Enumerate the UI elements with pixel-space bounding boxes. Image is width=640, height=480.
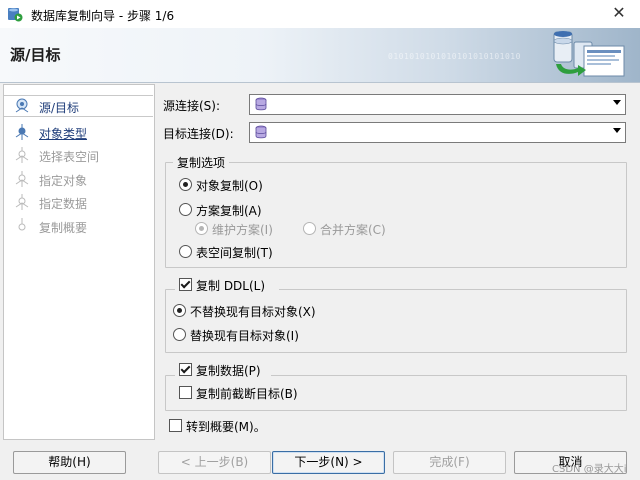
step-label: 源/目标	[39, 101, 80, 115]
back-button[interactable]: < 上一步(B)	[158, 451, 271, 474]
step-label: 指定数据	[39, 197, 88, 211]
step-select-tablespace: 选择表空间	[4, 145, 153, 165]
replace-radio[interactable]	[173, 328, 186, 341]
tablespace-copy-label[interactable]: 表空间复制(T)	[196, 244, 273, 261]
no-replace-radio[interactable]	[173, 304, 186, 317]
copy-options-legend: 复制选项	[173, 154, 230, 171]
title-bar: 数据库复制向导 - 步骤 1/6 ✕	[0, 0, 640, 29]
next-step-icon	[15, 124, 29, 140]
target-connection-select[interactable]	[249, 122, 626, 143]
source-connection-select[interactable]	[249, 94, 626, 115]
pending-step-icon	[15, 171, 29, 187]
database-icon	[255, 97, 267, 111]
banner-title: 源/目标	[10, 46, 61, 64]
schema-copy-label[interactable]: 方案复制(A)	[196, 202, 262, 219]
replace-label[interactable]: 替换现有目标对象(I)	[190, 327, 299, 344]
step-object-type[interactable]: 对象类型	[4, 122, 153, 142]
step-copy-summary: 复制概要	[4, 216, 153, 236]
wizard-banner: 源/目标 0101010101010101010101010	[0, 28, 640, 83]
step-label: 对象类型	[39, 127, 88, 141]
wizard-steps-panel: 源/目标 对象类型 选择表空间 指定对象 指定数据 复制概要	[3, 84, 155, 440]
pending-step-icon	[18, 218, 26, 231]
object-copy-radio[interactable]	[179, 178, 192, 191]
banner-binary-decoration: 0101010101010101010101010	[388, 52, 521, 61]
no-replace-label[interactable]: 不替换现有目标对象(X)	[190, 303, 316, 320]
maintain-schema-radio	[195, 222, 208, 235]
copy-data-label[interactable]: 复制数据(P)	[196, 362, 261, 379]
database-copy-graphic-icon	[553, 31, 625, 77]
dropdown-arrow-icon	[613, 128, 621, 133]
target-connection-label: 目标连接(D):	[163, 127, 234, 141]
copy-data-checkbox[interactable]	[179, 363, 192, 376]
step-specify-data: 指定数据	[4, 192, 153, 212]
merge-schema-radio	[303, 222, 316, 235]
watermark-text: CSDN @录大大i	[552, 464, 627, 475]
maintain-schema-label: 维护方案(I)	[212, 223, 273, 237]
goto-summary-label[interactable]: 转到概要(M)。	[186, 418, 266, 435]
wizard-content: 源连接(S): 目标连接(D): 复制选项 对象复制(O) 方案复制(A) 维护…	[155, 84, 637, 438]
truncate-target-checkbox[interactable]	[179, 386, 192, 399]
app-icon	[8, 8, 23, 22]
step-label: 选择表空间	[39, 150, 100, 164]
help-button[interactable]: 帮助(H)	[13, 451, 126, 474]
database-icon	[255, 125, 267, 139]
dropdown-arrow-icon	[613, 100, 621, 105]
close-icon[interactable]: ✕	[604, 2, 634, 24]
next-button[interactable]: 下一步(N) >	[272, 451, 385, 474]
schema-copy-radio[interactable]	[179, 203, 192, 216]
step-label: 复制概要	[39, 221, 88, 235]
step-source-target[interactable]: 源/目标	[4, 95, 153, 117]
source-connection-label: 源连接(S):	[163, 99, 221, 113]
object-copy-label[interactable]: 对象复制(O)	[196, 177, 263, 194]
copy-ddl-checkbox[interactable]	[179, 278, 192, 291]
copy-ddl-label[interactable]: 复制 DDL(L)	[196, 277, 265, 294]
tablespace-copy-radio[interactable]	[179, 245, 192, 258]
window-title: 数据库复制向导 - 步骤 1/6	[31, 9, 175, 23]
merge-schema-label: 合并方案(C)	[320, 223, 386, 237]
pending-step-icon	[15, 194, 29, 210]
current-step-icon	[15, 98, 29, 113]
goto-summary-checkbox[interactable]	[169, 419, 182, 432]
step-label: 指定对象	[39, 174, 88, 188]
step-specify-objects: 指定对象	[4, 169, 153, 189]
truncate-target-label[interactable]: 复制前截断目标(B)	[196, 385, 298, 402]
finish-button[interactable]: 完成(F)	[393, 451, 506, 474]
pending-step-icon	[15, 147, 29, 163]
